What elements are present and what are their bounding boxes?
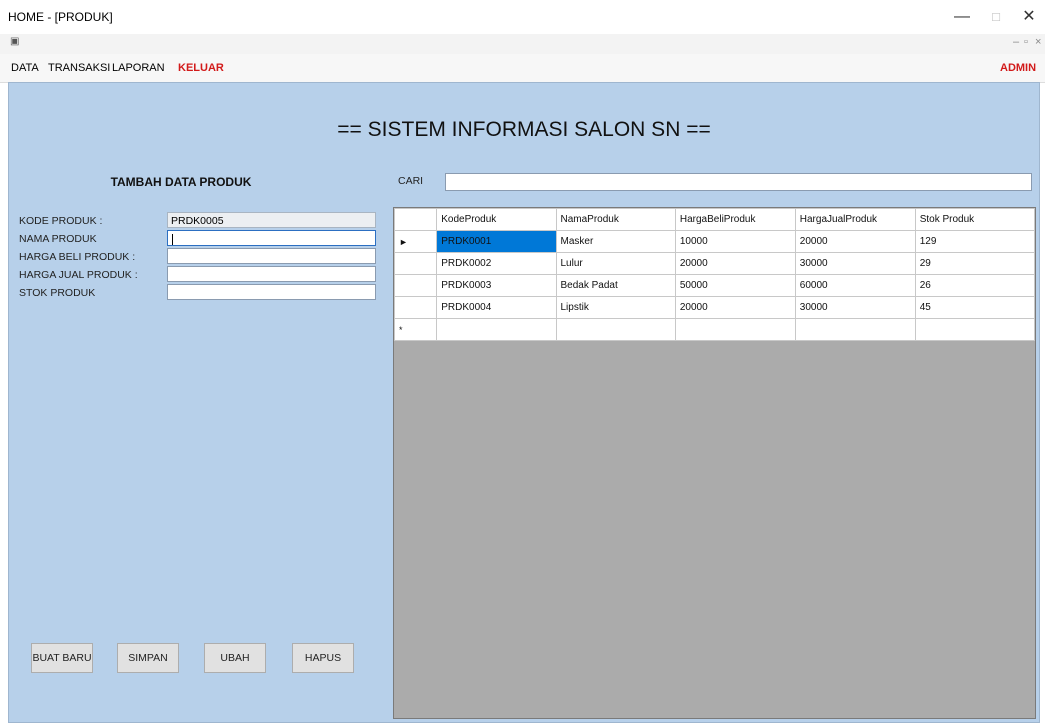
table-row[interactable]: PRDK0002 Lulur 20000 30000 29 (394, 252, 1035, 275)
column-header-harga-jual[interactable]: HargaJualProduk (794, 208, 916, 231)
menu-data[interactable]: DATA (11, 62, 39, 74)
table-row[interactable]: ► PRDK0001 Masker 10000 20000 129 (394, 230, 1035, 253)
table-cell[interactable]: Masker (555, 230, 676, 253)
row-header[interactable] (394, 296, 438, 319)
new-row[interactable]: * (394, 318, 1035, 341)
table-cell[interactable]: 45 (914, 296, 1035, 319)
buat-baru-button[interactable]: BUAT BARU (31, 643, 93, 673)
text-caret (172, 233, 173, 245)
column-header-nama[interactable]: NamaProduk (555, 208, 676, 231)
search-input[interactable] (445, 173, 1032, 191)
kode-produk-field[interactable]: PRDK0005 (167, 212, 376, 228)
table-cell[interactable]: PRDK0003 (436, 274, 557, 297)
menu-transaksi[interactable]: TRANSAKSI (48, 62, 110, 74)
label-kode-produk: KODE PRODUK : (19, 215, 103, 227)
table-cell[interactable]: 129 (914, 230, 1035, 253)
table-cell[interactable]: 20000 (794, 230, 916, 253)
table-cell[interactable]: 30000 (794, 296, 916, 319)
stok-produk-field[interactable] (167, 284, 376, 300)
row-header[interactable] (394, 274, 438, 297)
hapus-button[interactable]: HAPUS (292, 643, 354, 673)
harga-beli-field[interactable] (167, 248, 376, 264)
table-cell[interactable]: 29 (914, 252, 1035, 275)
table-cell[interactable]: Lulur (555, 252, 676, 275)
mdi-close-icon[interactable]: × (1035, 36, 1041, 48)
table-row[interactable]: PRDK0004 Lipstik 20000 30000 45 (394, 296, 1035, 319)
table-cell[interactable]: Bedak Padat (555, 274, 676, 297)
menu-user-admin[interactable]: ADMIN (1000, 62, 1036, 74)
nama-produk-field[interactable] (167, 230, 376, 246)
table-header-row: KodeProduk NamaProduk HargaBeliProduk Ha… (394, 208, 1035, 231)
mdi-minimize-icon[interactable]: – (1013, 36, 1019, 48)
window-minimize-icon[interactable]: — (944, 4, 980, 30)
label-harga-jual: HARGA JUAL PRODUK : (19, 269, 138, 281)
menu-bar: DATA TRANSAKSI LAPORAN KELUAR ADMIN (0, 54, 1045, 83)
mdi-restore-icon[interactable]: ▫ (1024, 36, 1028, 48)
table-cell[interactable]: 30000 (794, 252, 916, 275)
row-header-corner (394, 208, 438, 231)
product-grid[interactable]: KodeProduk NamaProduk HargaBeliProduk Ha… (393, 207, 1036, 719)
table-row[interactable]: PRDK0003 Bedak Padat 50000 60000 26 (394, 274, 1035, 297)
table-cell[interactable] (555, 318, 676, 341)
table-cell[interactable]: 20000 (674, 296, 796, 319)
page-title: == SISTEM INFORMASI SALON SN == (337, 118, 711, 141)
new-row-marker-icon[interactable]: * (394, 318, 438, 341)
table-cell[interactable] (674, 318, 796, 341)
ubah-button[interactable]: UBAH (204, 643, 266, 673)
table-cell[interactable] (914, 318, 1035, 341)
table-cell[interactable] (436, 318, 557, 341)
table-cell[interactable]: 26 (914, 274, 1035, 297)
title-bar: HOME - [PRODUK] — □ ✕ (0, 0, 1045, 34)
window-title: HOME - [PRODUK] (8, 10, 113, 24)
table-cell[interactable]: 60000 (794, 274, 916, 297)
menu-laporan[interactable]: LAPORAN (112, 62, 165, 74)
mdi-control-row: ▣ – ▫ × (0, 34, 1045, 54)
column-header-harga-beli[interactable]: HargaBeliProduk (674, 208, 796, 231)
table-cell[interactable] (794, 318, 916, 341)
window-close-icon[interactable]: ✕ (1011, 4, 1045, 30)
product-table: KodeProduk NamaProduk HargaBeliProduk Ha… (394, 208, 1035, 341)
simpan-button[interactable]: SIMPAN (117, 643, 179, 673)
table-cell[interactable]: 10000 (674, 230, 796, 253)
column-header-kode[interactable]: KodeProduk (436, 208, 557, 231)
table-cell[interactable]: 50000 (674, 274, 796, 297)
search-label: CARI (398, 175, 424, 187)
column-header-stok[interactable]: Stok Produk (914, 208, 1035, 231)
form-title: TAMBAH DATA PRODUK (110, 175, 252, 189)
mdi-child-icon[interactable]: ▣ (10, 36, 19, 47)
row-header[interactable] (394, 252, 438, 275)
table-cell[interactable]: 20000 (674, 252, 796, 275)
table-cell[interactable]: PRDK0004 (436, 296, 557, 319)
menu-keluar[interactable]: KELUAR (178, 62, 224, 74)
table-cell[interactable]: PRDK0001 (436, 230, 557, 253)
label-harga-beli: HARGA BELI PRODUK : (19, 251, 136, 263)
table-cell[interactable]: Lipstik (555, 296, 676, 319)
window-maximize-icon[interactable]: □ (978, 4, 1014, 30)
table-cell[interactable]: PRDK0002 (436, 252, 557, 275)
current-row-marker-icon[interactable]: ► (394, 230, 438, 253)
harga-jual-field[interactable] (167, 266, 376, 282)
label-nama-produk: NAMA PRODUK (19, 233, 97, 245)
label-stok-produk: STOK PRODUK (19, 287, 96, 299)
